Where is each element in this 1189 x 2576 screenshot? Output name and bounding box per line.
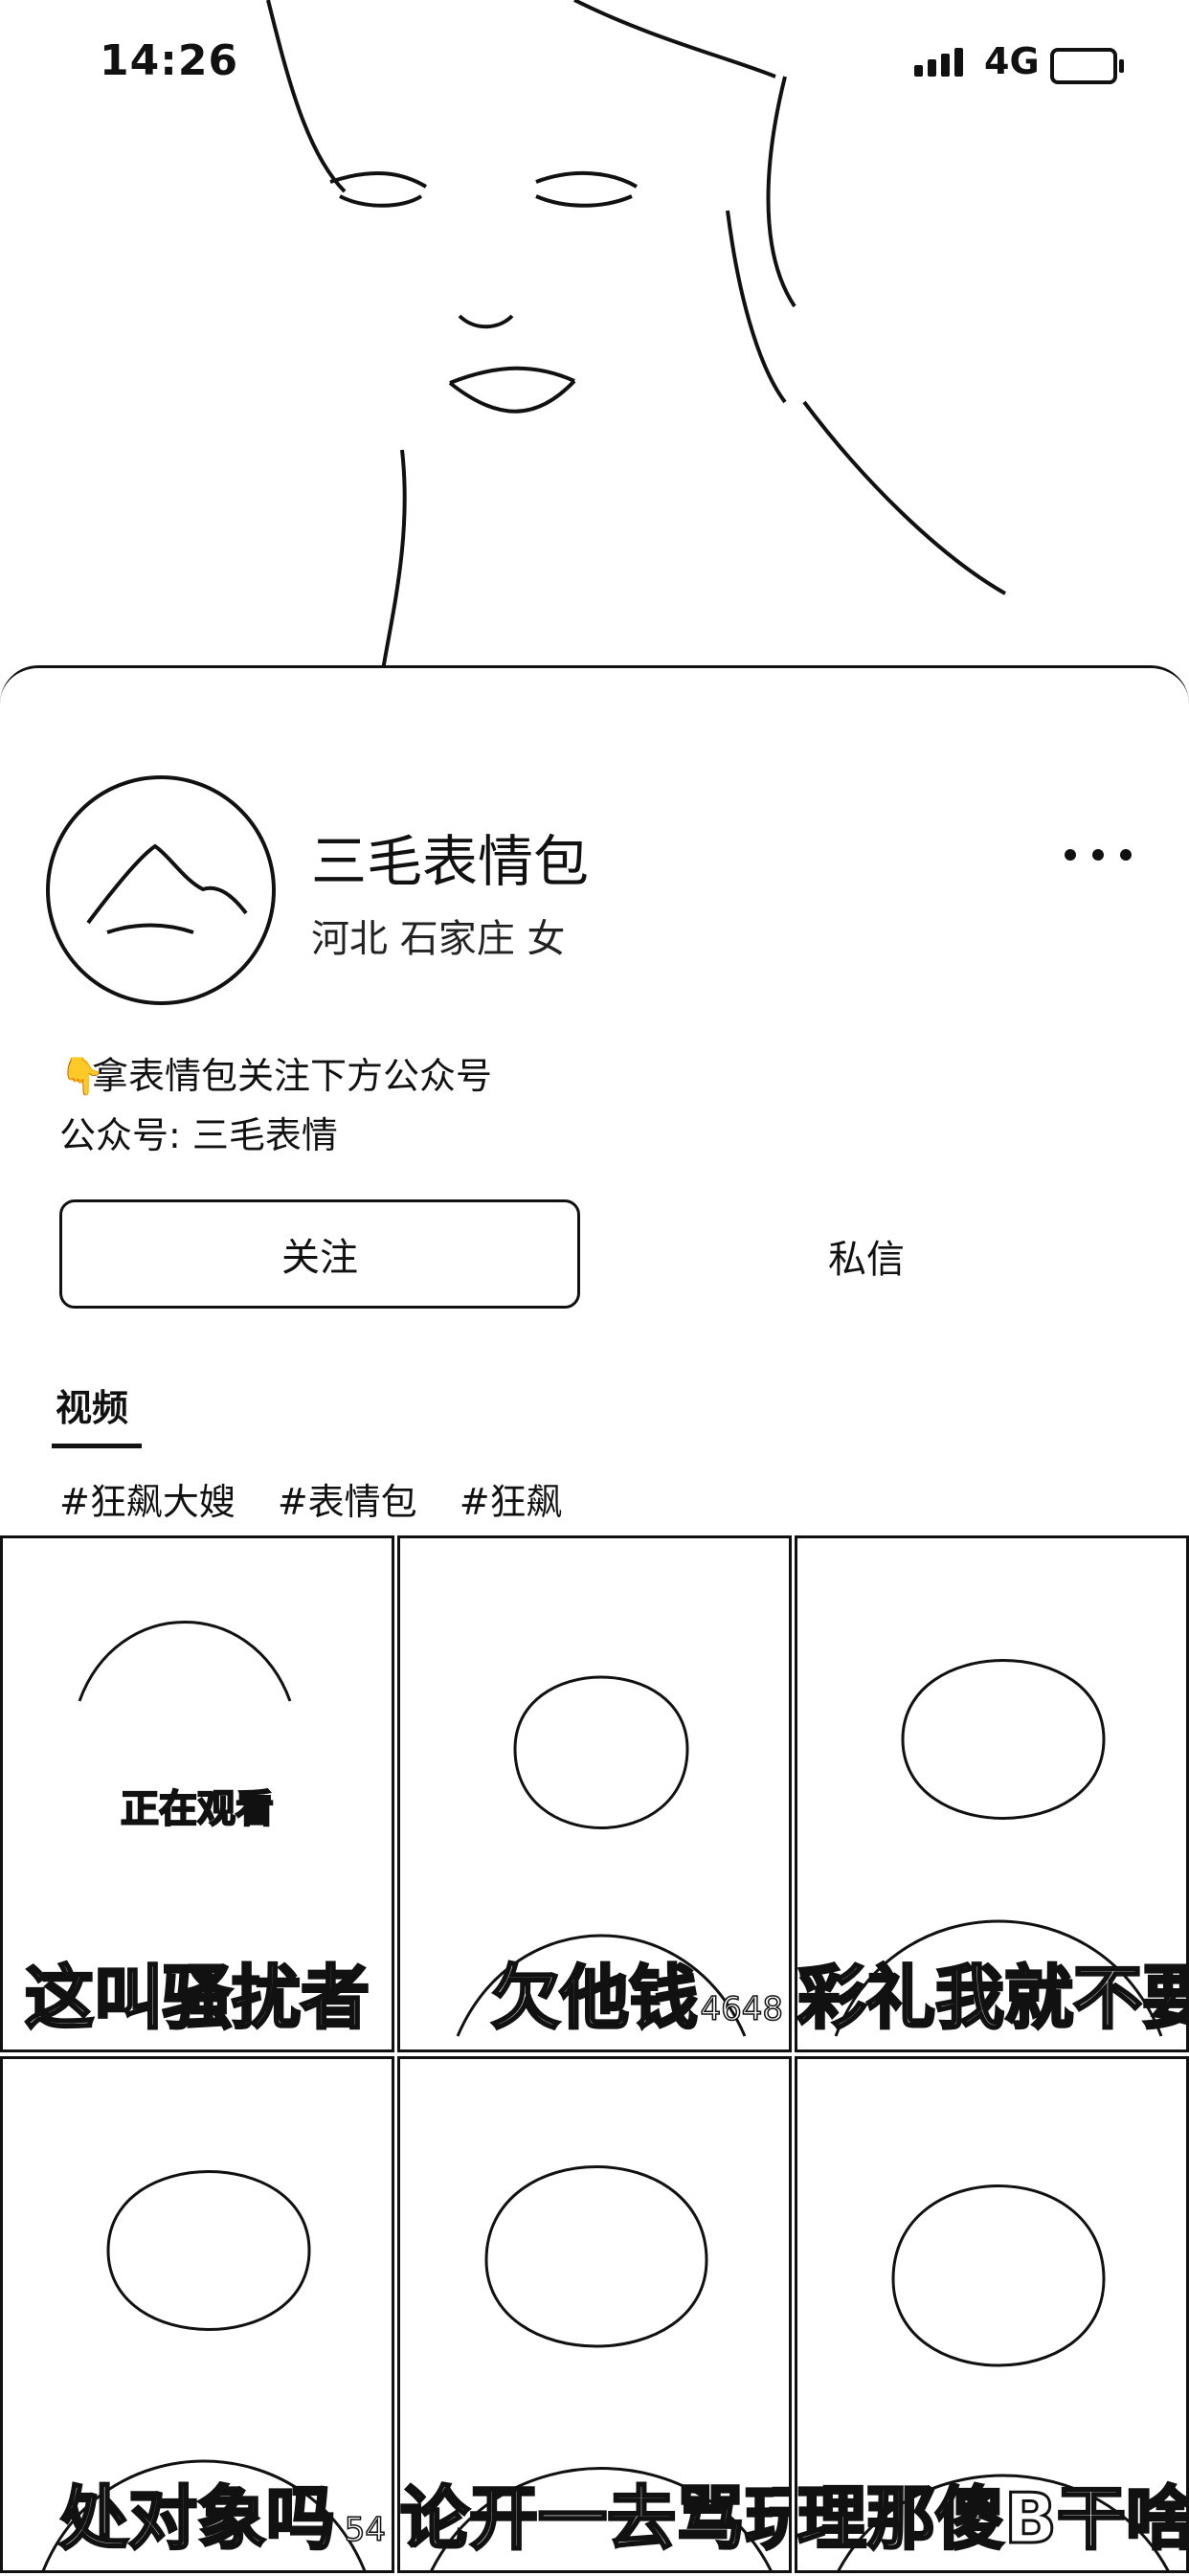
video-grid: 正在观看 这叫骚扰者 欠他钱 4648 彩礼我就不要了 处对象吗 [0,1535,1189,2573]
hand-point-down-icon: 👇 [59,1055,105,1097]
tag-list: #狂飙大嫂 #表情包 #狂飙 [59,1472,563,1525]
more-options-icon[interactable] [1065,840,1132,869]
tag-item[interactable]: #表情包 [278,1472,417,1525]
tab-videos[interactable]: 视频 [56,1378,128,1431]
message-button[interactable]: 私信 [828,1228,905,1284]
battery-icon [1050,48,1124,84]
tag-item[interactable]: #狂飙 [460,1472,563,1525]
watching-label: 正在观看 [120,1786,275,1832]
video-caption: 论开一去骂玩 [400,2477,792,2561]
video-tile[interactable]: 理那傻B干啥 [795,2056,1189,2573]
view-count: 54 [344,2510,387,2550]
follow-button[interactable]: 关注 [59,1199,580,1309]
status-time: 14:26 [100,36,239,85]
bio-line-2: 公众号: 三毛表情 [59,1114,338,1156]
profile-location: 河北 石家庄 女 [311,917,566,961]
video-tile[interactable]: 处对象吗 54 [0,2056,394,2573]
cover-image: 14:26 4G [0,0,1189,670]
view-count: 4648 [700,1989,784,2029]
profile-bio: 👇拿表情包关注下方公众号 公众号: 三毛表情 [59,1046,492,1165]
video-tile[interactable]: 正在观看 这叫骚扰者 [0,1535,394,2052]
tab-underline [52,1444,142,1448]
video-caption: 这叫骚扰者 [23,1957,370,2040]
video-tile[interactable]: 彩礼我就不要了 [795,1535,1189,2052]
avatar[interactable] [46,775,276,1005]
signal-icon [914,48,963,77]
bio-line-1: 拿表情包关注下方公众号 [92,1055,493,1097]
video-caption: 彩礼我就不要了 [797,1957,1186,2040]
video-tile[interactable]: 论开一去骂玩 [397,2056,792,2573]
status-bar: 14:26 4G [0,0,1189,134]
tag-item[interactable]: #狂飙大嫂 [59,1472,236,1525]
video-tile[interactable]: 欠他钱 4648 [397,1535,792,2052]
video-caption: 理那傻B干啥 [797,2477,1189,2561]
avatar-sketch [86,843,248,934]
video-caption: 处对象吗 [57,2477,336,2561]
network-label: 4G [984,40,1040,82]
profile-name: 三毛表情包 [311,829,590,894]
